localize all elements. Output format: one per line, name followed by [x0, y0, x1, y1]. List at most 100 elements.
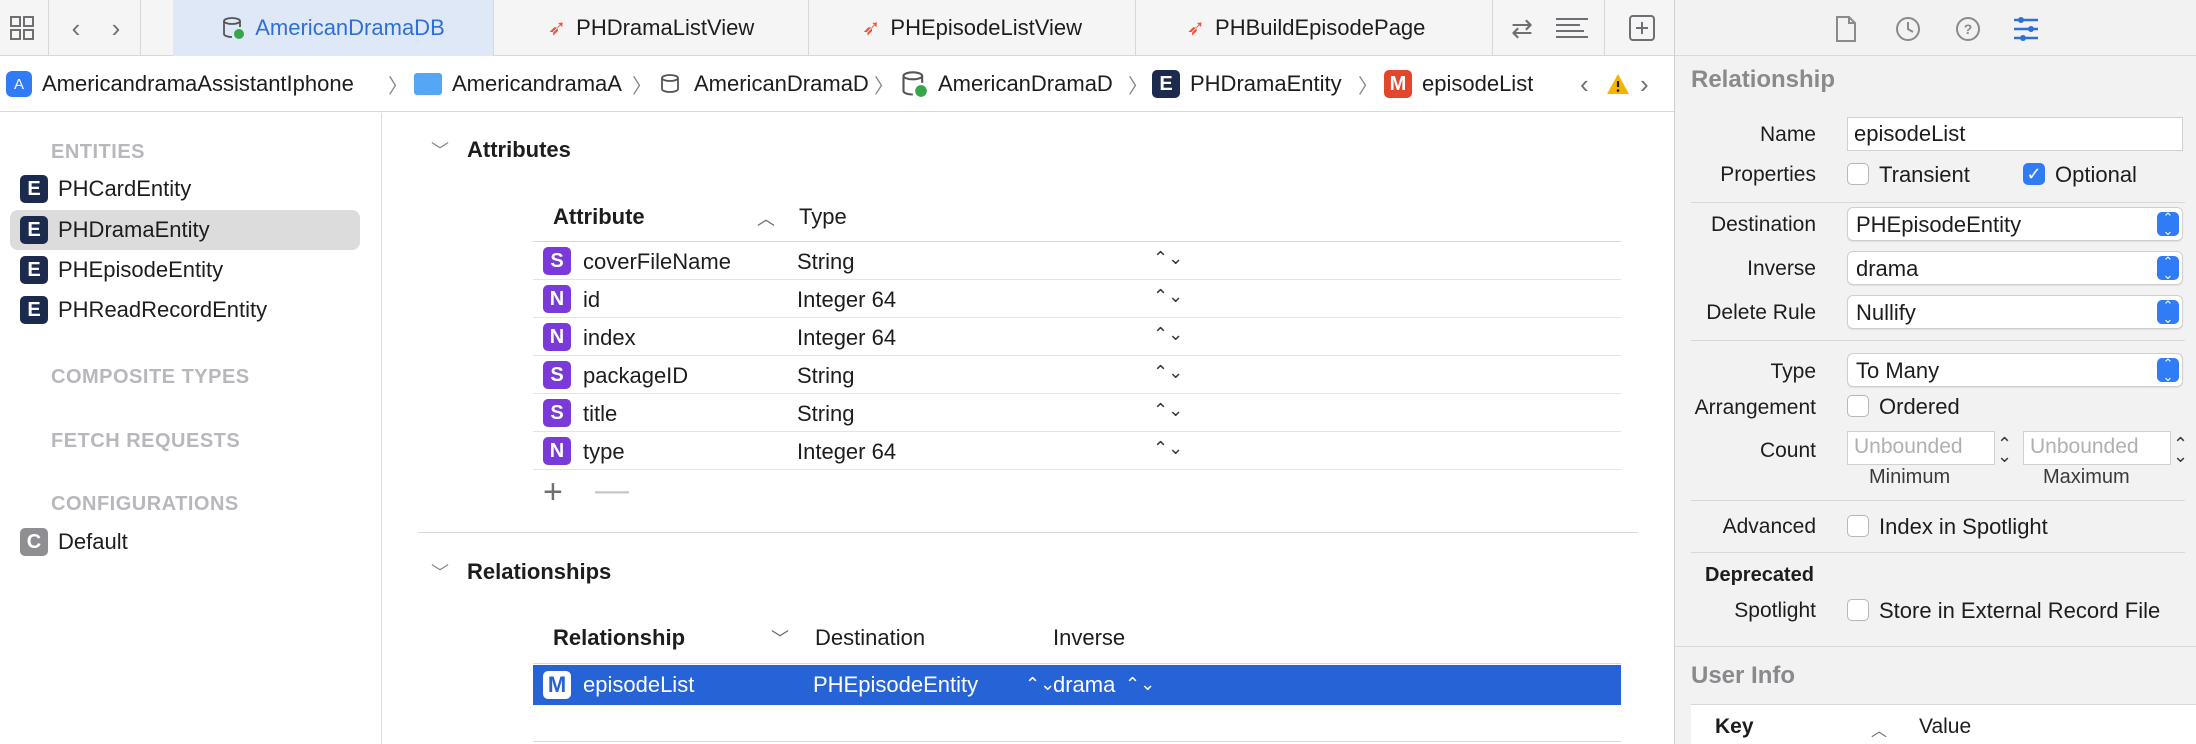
destination-value: PHEpisodeEntity	[1856, 212, 2022, 237]
attribute-type[interactable]: String	[797, 401, 854, 427]
attribute-type[interactable]: String	[797, 363, 854, 389]
add-editor-icon[interactable]	[1624, 10, 1660, 46]
advanced-label: Advanced	[1722, 515, 1816, 538]
attribute-row[interactable]: N id Integer 64 ⌃⌄	[533, 280, 1621, 318]
model-group-icon	[661, 74, 679, 93]
configuration-badge-icon: C	[20, 528, 48, 556]
breadcrumb-item-project[interactable]: A AmericandramaAssistantIphone	[6, 56, 354, 112]
attribute-row[interactable]: N type Integer 64 ⌃⌄	[533, 432, 1621, 470]
help-inspector-icon[interactable]: ?	[1951, 12, 1985, 46]
destination-popup[interactable]: PHEpisodeEntity ⌃ ⌄	[1847, 207, 2183, 241]
delete-rule-popup[interactable]: Nullify ⌃ ⌄	[1847, 295, 2183, 329]
properties-label: Properties	[1720, 163, 1816, 186]
relationship-name[interactable]: episodeList	[583, 672, 694, 698]
destination-popup-arrows-icon[interactable]: ⌃⌄	[1025, 674, 1055, 695]
add-attribute-button[interactable]: +	[543, 473, 563, 512]
inverse-popup[interactable]: drama ⌃ ⌄	[1847, 251, 2183, 285]
entity-badge-icon: E	[20, 256, 48, 284]
type-popup[interactable]: To Many ⌃ ⌄	[1847, 353, 2183, 387]
attribute-name[interactable]: title	[583, 401, 617, 427]
transient-checkbox[interactable]	[1847, 163, 1869, 185]
section-title: Relationships	[467, 559, 612, 584]
inverse-column-header[interactable]: Inverse	[1053, 625, 1125, 651]
type-popup-arrows-icon[interactable]: ⌃⌄	[1153, 286, 1183, 307]
attributes-inspector-icon[interactable]	[2009, 12, 2043, 46]
svg-text:?: ?	[1964, 21, 1973, 37]
attribute-row[interactable]: S coverFileName String ⌃⌄	[533, 242, 1621, 280]
type-label: Type	[1770, 360, 1816, 383]
attribute-name[interactable]: type	[583, 439, 625, 465]
maximum-count-field[interactable]: Unbounded	[2023, 431, 2171, 465]
swap-icon[interactable]: ⇄	[1504, 10, 1540, 46]
sidebar-item-label: PHReadRecordEntity	[58, 297, 268, 322]
relationship-column-header[interactable]: Relationship	[553, 625, 685, 651]
relationship-destination[interactable]: PHEpisodeEntity	[813, 672, 978, 698]
type-popup-arrows-icon[interactable]: ⌃⌄	[1153, 438, 1183, 459]
sidebar-item-phreadrecordentity[interactable]: E PHReadRecordEntity	[10, 290, 360, 330]
index-spotlight-checkbox[interactable]	[1847, 515, 1869, 537]
swift-icon: ➶	[1186, 15, 1206, 40]
breadcrumb-item-folder[interactable]: AmericandramaA	[414, 56, 634, 112]
type-popup-arrows-icon[interactable]: ⌃⌄	[1153, 324, 1183, 345]
type-column-header[interactable]: Type	[799, 204, 847, 230]
next-issue-icon[interactable]: ›	[1640, 56, 1649, 112]
type-popup-arrows-icon[interactable]: ⌃⌄	[1153, 248, 1183, 269]
type-popup-arrows-icon[interactable]: ⌃⌄	[1153, 400, 1183, 421]
attribute-type[interactable]: String	[797, 249, 854, 275]
sidebar-item-default-configuration[interactable]: C Default	[10, 522, 360, 562]
optional-checkbox[interactable]: ✓	[2023, 163, 2045, 185]
configurations-header: CONFIGURATIONS	[51, 493, 239, 515]
attribute-row[interactable]: S packageID String ⌃⌄	[533, 356, 1621, 394]
previous-issue-icon[interactable]: ‹	[1580, 56, 1589, 112]
relationship-row[interactable]: M episodeList PHEpisodeEntity ⌃⌄ drama ⌃…	[533, 665, 1621, 705]
editor-options-icon[interactable]	[1554, 10, 1590, 46]
destination-column-header[interactable]: Destination	[815, 625, 925, 651]
breadcrumb-item-relationship[interactable]: M episodeList	[1384, 56, 1533, 112]
attribute-row[interactable]: S title String ⌃⌄	[533, 394, 1621, 432]
minimum-count-field[interactable]: Unbounded	[1847, 431, 1995, 465]
warning-icon[interactable]	[1606, 56, 1630, 112]
inverse-popup-arrows-icon[interactable]: ⌃⌄	[1125, 674, 1155, 695]
popup-arrows-icon: ⌃ ⌄	[2157, 299, 2179, 325]
file-inspector-icon[interactable]	[1829, 12, 1863, 46]
sidebar-item-phepisodeentity[interactable]: E PHEpisodeEntity	[10, 250, 360, 290]
sidebar-item-phcardentity[interactable]: E PHCardEntity	[10, 169, 360, 209]
forward-arrow-icon[interactable]: ›	[98, 10, 134, 46]
type-popup-arrows-icon[interactable]: ⌃⌄	[1153, 362, 1183, 383]
attribute-name[interactable]: coverFileName	[583, 249, 731, 275]
value-column-header[interactable]: Value	[1919, 715, 1971, 739]
tab-phbuildepisodepage[interactable]: ➶ PHBuildEpisodePage	[1136, 0, 1476, 56]
attribute-type[interactable]: Integer 64	[797, 287, 896, 313]
attribute-type[interactable]: Integer 64	[797, 439, 896, 465]
attribute-row[interactable]: N index Integer 64 ⌃⌄	[533, 318, 1621, 356]
relationship-inverse[interactable]: drama	[1053, 672, 1115, 698]
ordered-checkbox[interactable]	[1847, 395, 1869, 417]
breadcrumb-item-model[interactable]: AmericanDramaD	[900, 56, 1122, 112]
attribute-name[interactable]: index	[583, 325, 636, 351]
attribute-column-header[interactable]: Attribute	[553, 204, 645, 230]
tab-americandramadb[interactable]: AmericanDramaDB	[173, 0, 493, 56]
destination-label: Destination	[1710, 213, 1816, 236]
back-arrow-icon[interactable]: ‹	[58, 10, 94, 46]
breadcrumb-item-entity[interactable]: E PHDramaEntity	[1152, 56, 1342, 112]
tab-phepisodelistview[interactable]: ➶ PHEpisodeListView	[809, 0, 1135, 56]
remove-attribute-button[interactable]: —	[595, 471, 629, 510]
relationships-section-header[interactable]: ﹀ Relationships	[431, 559, 611, 585]
fetch-requests-header[interactable]: FETCH REQUESTS	[51, 430, 240, 453]
store-external-checkbox[interactable]	[1847, 599, 1869, 621]
attributes-section-header[interactable]: ﹀ Attributes	[431, 137, 571, 163]
history-inspector-icon[interactable]	[1891, 12, 1925, 46]
grid-icon[interactable]	[4, 10, 40, 46]
attribute-type[interactable]: Integer 64	[797, 325, 896, 351]
minimum-stepper-down-icon[interactable]: ⌄	[1997, 446, 2012, 467]
breadcrumb-item-model-group[interactable]: AmericanDramaD	[658, 56, 876, 112]
attribute-name[interactable]: id	[583, 287, 600, 313]
section-title: Attributes	[467, 137, 571, 162]
key-column-header[interactable]: Key	[1715, 715, 1754, 739]
attribute-name[interactable]: packageID	[583, 363, 688, 389]
tab-phdramalistview[interactable]: ➶ PHDramaListView	[494, 0, 808, 56]
name-field[interactable]: episodeList	[1847, 117, 2183, 151]
maximum-stepper-down-icon[interactable]: ⌄	[2173, 446, 2188, 467]
composite-types-header[interactable]: COMPOSITE TYPES	[51, 366, 250, 389]
sidebar-item-phdramaentity[interactable]: E PHDramaEntity	[10, 210, 360, 250]
